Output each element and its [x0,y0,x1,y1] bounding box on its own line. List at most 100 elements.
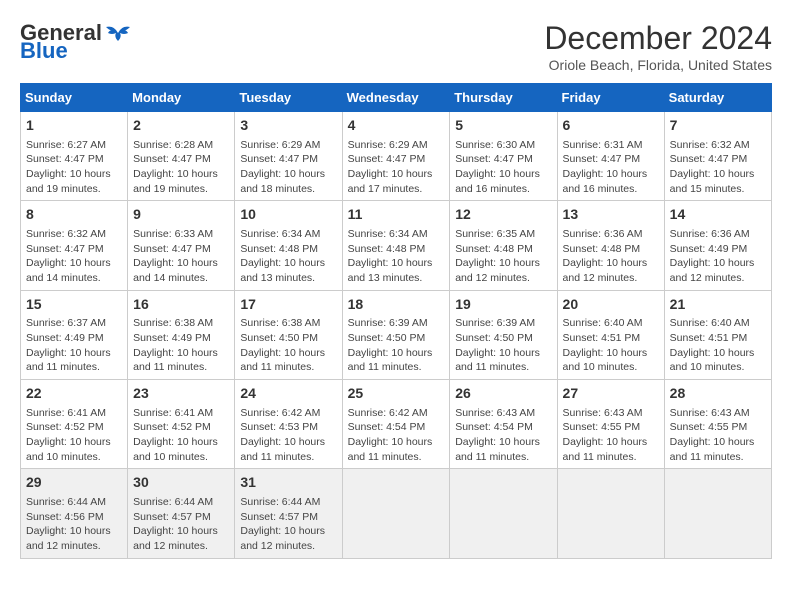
day-info: Sunrise: 6:40 AMSunset: 4:51 PMDaylight:… [670,316,766,375]
day-number: 2 [133,116,229,136]
day-info: Sunrise: 6:41 AMSunset: 4:52 PMDaylight:… [133,406,229,465]
day-number: 7 [670,116,766,136]
day-info: Sunrise: 6:33 AMSunset: 4:47 PMDaylight:… [133,227,229,286]
day-number: 4 [348,116,445,136]
day-info: Sunrise: 6:37 AMSunset: 4:49 PMDaylight:… [26,316,122,375]
column-header-friday: Friday [557,84,664,112]
day-number: 16 [133,295,229,315]
day-info: Sunrise: 6:40 AMSunset: 4:51 PMDaylight:… [563,316,659,375]
day-info: Sunrise: 6:30 AMSunset: 4:47 PMDaylight:… [455,138,551,197]
calendar-cell: 12Sunrise: 6:35 AMSunset: 4:48 PMDayligh… [450,201,557,290]
day-info: Sunrise: 6:29 AMSunset: 4:47 PMDaylight:… [348,138,445,197]
calendar-cell: 30Sunrise: 6:44 AMSunset: 4:57 PMDayligh… [128,469,235,558]
title-block: December 2024 Oriole Beach, Florida, Uni… [544,20,772,73]
day-number: 22 [26,384,122,404]
day-info: Sunrise: 6:35 AMSunset: 4:48 PMDaylight:… [455,227,551,286]
day-info: Sunrise: 6:34 AMSunset: 4:48 PMDaylight:… [348,227,445,286]
calendar-cell: 15Sunrise: 6:37 AMSunset: 4:49 PMDayligh… [21,290,128,379]
location-text: Oriole Beach, Florida, United States [544,57,772,73]
calendar-cell: 24Sunrise: 6:42 AMSunset: 4:53 PMDayligh… [235,380,342,469]
day-info: Sunrise: 6:31 AMSunset: 4:47 PMDaylight:… [563,138,659,197]
calendar-cell: 20Sunrise: 6:40 AMSunset: 4:51 PMDayligh… [557,290,664,379]
calendar-week-5: 29Sunrise: 6:44 AMSunset: 4:56 PMDayligh… [21,469,772,558]
day-info: Sunrise: 6:38 AMSunset: 4:50 PMDaylight:… [240,316,336,375]
calendar-cell: 6Sunrise: 6:31 AMSunset: 4:47 PMDaylight… [557,112,664,201]
calendar-cell: 8Sunrise: 6:32 AMSunset: 4:47 PMDaylight… [21,201,128,290]
calendar-cell: 16Sunrise: 6:38 AMSunset: 4:49 PMDayligh… [128,290,235,379]
calendar-cell: 21Sunrise: 6:40 AMSunset: 4:51 PMDayligh… [664,290,771,379]
column-header-wednesday: Wednesday [342,84,450,112]
day-info: Sunrise: 6:36 AMSunset: 4:48 PMDaylight:… [563,227,659,286]
month-title: December 2024 [544,20,772,57]
column-header-tuesday: Tuesday [235,84,342,112]
day-info: Sunrise: 6:39 AMSunset: 4:50 PMDaylight:… [348,316,445,375]
logo: General Blue [20,20,132,64]
calendar-cell: 1Sunrise: 6:27 AMSunset: 4:47 PMDaylight… [21,112,128,201]
day-number: 19 [455,295,551,315]
column-header-thursday: Thursday [450,84,557,112]
calendar-cell: 19Sunrise: 6:39 AMSunset: 4:50 PMDayligh… [450,290,557,379]
day-number: 27 [563,384,659,404]
calendar-cell: 10Sunrise: 6:34 AMSunset: 4:48 PMDayligh… [235,201,342,290]
day-number: 13 [563,205,659,225]
calendar-cell: 26Sunrise: 6:43 AMSunset: 4:54 PMDayligh… [450,380,557,469]
calendar-cell: 11Sunrise: 6:34 AMSunset: 4:48 PMDayligh… [342,201,450,290]
day-number: 23 [133,384,229,404]
day-number: 15 [26,295,122,315]
calendar-cell: 28Sunrise: 6:43 AMSunset: 4:55 PMDayligh… [664,380,771,469]
day-number: 25 [348,384,445,404]
day-info: Sunrise: 6:28 AMSunset: 4:47 PMDaylight:… [133,138,229,197]
calendar-week-3: 15Sunrise: 6:37 AMSunset: 4:49 PMDayligh… [21,290,772,379]
calendar-cell: 22Sunrise: 6:41 AMSunset: 4:52 PMDayligh… [21,380,128,469]
calendar-cell: 9Sunrise: 6:33 AMSunset: 4:47 PMDaylight… [128,201,235,290]
day-number: 11 [348,205,445,225]
day-info: Sunrise: 6:32 AMSunset: 4:47 PMDaylight:… [670,138,766,197]
day-info: Sunrise: 6:44 AMSunset: 4:57 PMDaylight:… [133,495,229,554]
day-info: Sunrise: 6:43 AMSunset: 4:55 PMDaylight:… [670,406,766,465]
day-info: Sunrise: 6:42 AMSunset: 4:54 PMDaylight:… [348,406,445,465]
calendar-cell [450,469,557,558]
day-number: 30 [133,473,229,493]
day-number: 3 [240,116,336,136]
calendar-cell: 14Sunrise: 6:36 AMSunset: 4:49 PMDayligh… [664,201,771,290]
calendar-cell: 18Sunrise: 6:39 AMSunset: 4:50 PMDayligh… [342,290,450,379]
day-number: 18 [348,295,445,315]
day-info: Sunrise: 6:43 AMSunset: 4:54 PMDaylight:… [455,406,551,465]
column-header-monday: Monday [128,84,235,112]
page-header: General Blue December 2024 Oriole Beach,… [20,20,772,73]
calendar-week-2: 8Sunrise: 6:32 AMSunset: 4:47 PMDaylight… [21,201,772,290]
calendar-cell [342,469,450,558]
calendar-table: SundayMondayTuesdayWednesdayThursdayFrid… [20,83,772,559]
day-number: 10 [240,205,336,225]
calendar-cell [664,469,771,558]
day-info: Sunrise: 6:41 AMSunset: 4:52 PMDaylight:… [26,406,122,465]
calendar-cell: 23Sunrise: 6:41 AMSunset: 4:52 PMDayligh… [128,380,235,469]
day-info: Sunrise: 6:44 AMSunset: 4:57 PMDaylight:… [240,495,336,554]
day-number: 1 [26,116,122,136]
calendar-cell: 3Sunrise: 6:29 AMSunset: 4:47 PMDaylight… [235,112,342,201]
calendar-cell: 13Sunrise: 6:36 AMSunset: 4:48 PMDayligh… [557,201,664,290]
day-info: Sunrise: 6:44 AMSunset: 4:56 PMDaylight:… [26,495,122,554]
calendar-cell: 29Sunrise: 6:44 AMSunset: 4:56 PMDayligh… [21,469,128,558]
day-number: 21 [670,295,766,315]
day-info: Sunrise: 6:27 AMSunset: 4:47 PMDaylight:… [26,138,122,197]
calendar-cell: 27Sunrise: 6:43 AMSunset: 4:55 PMDayligh… [557,380,664,469]
day-number: 26 [455,384,551,404]
calendar-header-row: SundayMondayTuesdayWednesdayThursdayFrid… [21,84,772,112]
calendar-cell: 31Sunrise: 6:44 AMSunset: 4:57 PMDayligh… [235,469,342,558]
day-info: Sunrise: 6:32 AMSunset: 4:47 PMDaylight:… [26,227,122,286]
column-header-saturday: Saturday [664,84,771,112]
day-info: Sunrise: 6:39 AMSunset: 4:50 PMDaylight:… [455,316,551,375]
day-info: Sunrise: 6:36 AMSunset: 4:49 PMDaylight:… [670,227,766,286]
calendar-cell: 2Sunrise: 6:28 AMSunset: 4:47 PMDaylight… [128,112,235,201]
day-info: Sunrise: 6:42 AMSunset: 4:53 PMDaylight:… [240,406,336,465]
calendar-cell: 7Sunrise: 6:32 AMSunset: 4:47 PMDaylight… [664,112,771,201]
day-number: 6 [563,116,659,136]
calendar-cell: 4Sunrise: 6:29 AMSunset: 4:47 PMDaylight… [342,112,450,201]
logo-blue: Blue [20,38,68,64]
day-number: 14 [670,205,766,225]
day-info: Sunrise: 6:29 AMSunset: 4:47 PMDaylight:… [240,138,336,197]
day-number: 9 [133,205,229,225]
column-header-sunday: Sunday [21,84,128,112]
day-number: 8 [26,205,122,225]
